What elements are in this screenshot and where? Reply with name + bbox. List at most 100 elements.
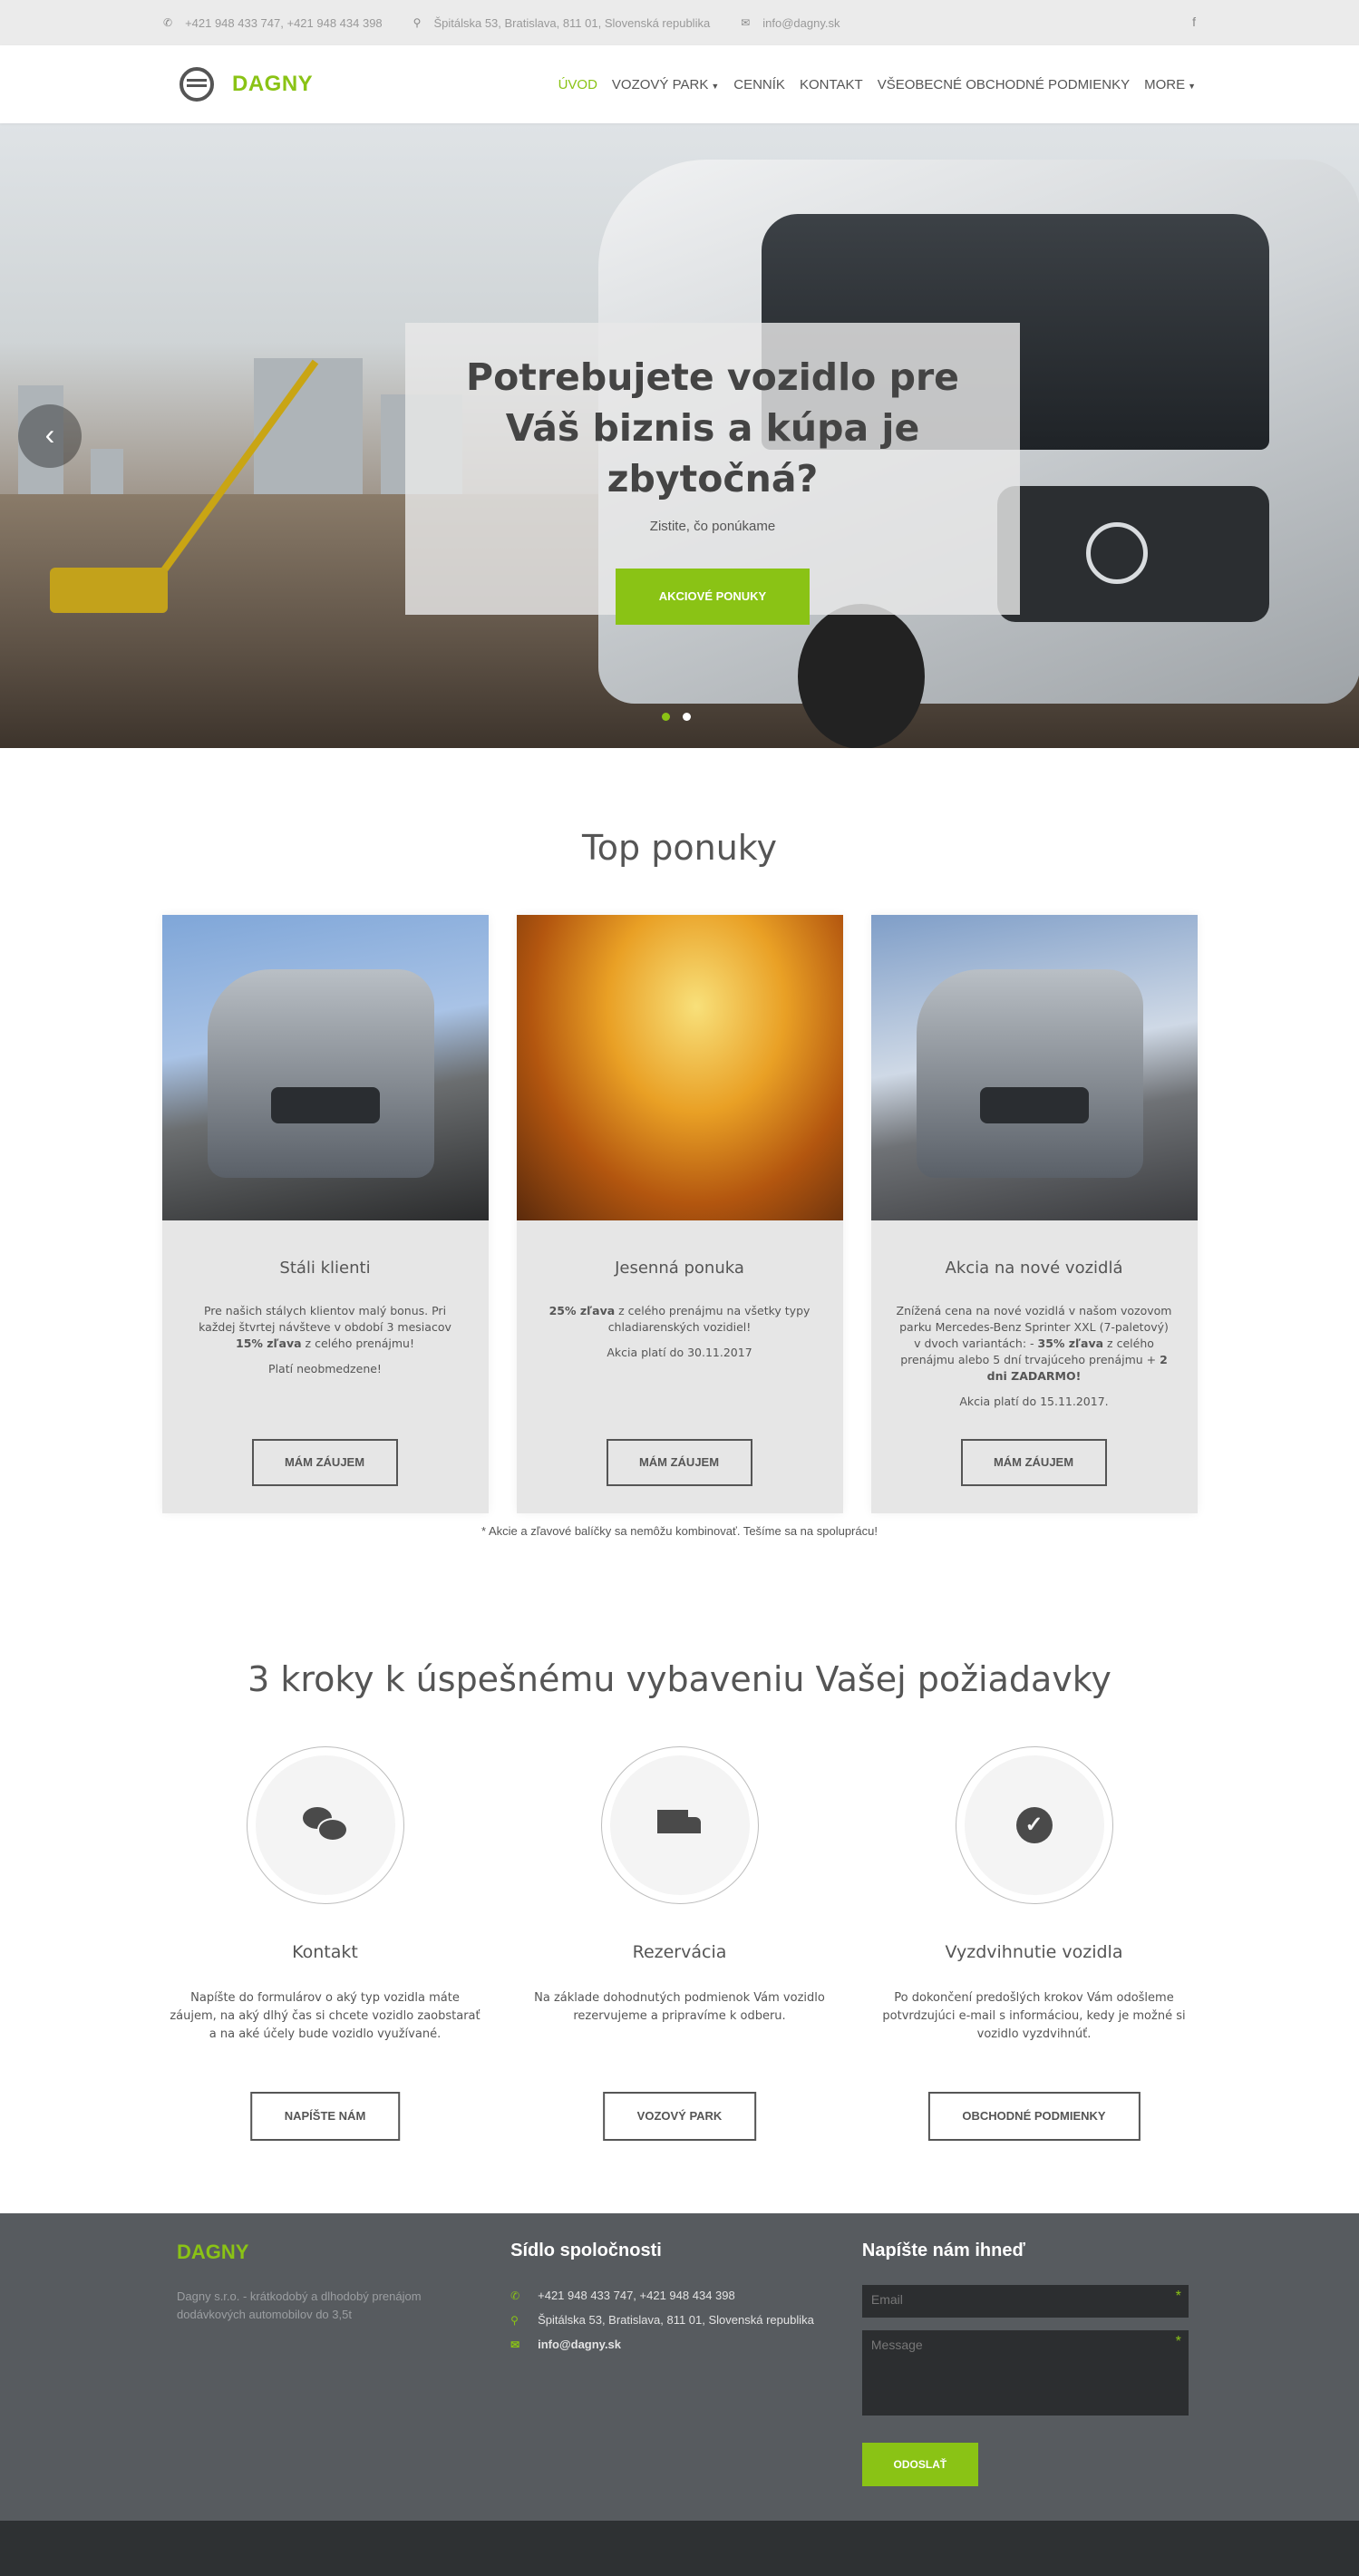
- footer-phone-row: ✆ +421 948 433 747, +421 948 434 398: [510, 2289, 862, 2302]
- message-field-placeholder: Message: [870, 2338, 923, 2352]
- send-button[interactable]: ODOSLAŤ: [861, 2443, 978, 2486]
- required-asterisk: *: [1175, 2334, 1181, 2349]
- offers-title: Top ponuky: [582, 828, 777, 868]
- top-bar: ✆ +421 948 433 747, +421 948 434 398 ⚲ Š…: [0, 0, 1359, 45]
- footer-address: Špitálska 53, Bratislava, 811 01, Sloven…: [538, 2313, 814, 2327]
- top-offers-section: Top ponuky Stáli klienti Pre našich stál…: [0, 748, 1359, 1538]
- topbar-phone-text: +421 948 433 747, +421 948 434 398: [185, 15, 383, 30]
- card-title: Jesenná ponuka: [615, 1259, 744, 1278]
- interest-button[interactable]: MÁM ZÁUJEM: [960, 1439, 1107, 1486]
- card-text-part: z celého prenájmu na všetky typy chladia…: [607, 1304, 811, 1334]
- step-rezervacia: Rezervácia Na základe dohodnutých podmie…: [517, 1746, 843, 2141]
- logo[interactable]: DAGNY: [180, 67, 313, 102]
- footer-headquarters: Sídlo spoločnosti ✆ +421 948 433 747, +42…: [510, 2241, 862, 2521]
- card-text: 25% zľava z celého prenájmu na všetky ty…: [517, 1303, 843, 1336]
- footer-contact-list: ✆ +421 948 433 747, +421 948 434 398 ⚲ Špi…: [510, 2289, 862, 2351]
- crane-body-shape: [50, 568, 168, 613]
- slider-dot-active[interactable]: [662, 713, 670, 721]
- footer-form-title: Napíšte nám ihneď: [861, 2241, 1025, 2260]
- step-title: Rezervácia: [632, 1942, 727, 1962]
- menu-item-label: VOZOVÝ PARK: [611, 76, 709, 92]
- chat-icon: [302, 1807, 348, 1843]
- menu-item-cennik[interactable]: CENNÍK: [733, 77, 785, 92]
- steps-title: 3 kroky k úspešnému vybaveniu Vašej poži…: [248, 1659, 1111, 1699]
- hero-slider: Potrebujete vozidlo pre Váš biznis a kúp…: [0, 123, 1359, 748]
- facebook-icon[interactable]: f: [1192, 15, 1196, 29]
- menu-item-label: MORE: [1144, 76, 1186, 92]
- step-text: Po dokončení predošlých krokov Vám odošl…: [882, 1991, 1186, 2041]
- truck-icon: [656, 1810, 703, 1841]
- card-text-highlight: 15% zľava: [236, 1337, 302, 1350]
- topbar-phone: ✆ +421 948 433 747, +421 948 434 398: [163, 16, 383, 30]
- required-asterisk: *: [1175, 2289, 1181, 2304]
- menu-item-kontakt[interactable]: KONTAKT: [800, 77, 863, 92]
- van-shape: [916, 969, 1143, 1178]
- phone-icon: ✆: [510, 2289, 520, 2302]
- card-validity: Akcia platí do 30.11.2017: [607, 1346, 752, 1359]
- email-field-placeholder: Email: [870, 2292, 903, 2307]
- fleet-button[interactable]: VOZOVÝ PARK: [602, 2092, 757, 2141]
- slider-dot[interactable]: [683, 713, 691, 721]
- logo-text: DAGNY: [232, 72, 314, 96]
- offer-card-nove-vozidla: Akcia na nové vozidlá Znížená cena na no…: [870, 915, 1198, 1513]
- card-validity: Akcia platí do 15.11.2017.: [959, 1395, 1109, 1408]
- email-field[interactable]: Email *: [861, 2285, 1189, 2318]
- step-kontakt: Kontakt Napíšte do formulárov o aký typ …: [162, 1746, 489, 2141]
- envelope-icon: ✉: [741, 16, 751, 29]
- footer-about: DAGNY Dagny s.r.o. - krátkodobý a dlhodo…: [177, 2241, 510, 2521]
- topbar-email-text[interactable]: info@dagny.sk: [762, 16, 840, 30]
- step-icon-inner: ✓: [964, 1755, 1104, 1895]
- hero-caption: Potrebujete vozidlo pre Váš biznis a kúp…: [405, 323, 1020, 625]
- steps-section: 3 kroky k úspešnému vybaveniu Vašej poži…: [0, 1538, 1359, 2141]
- footer-phone: +421 948 433 747, +421 948 434 398: [538, 2289, 735, 2302]
- topbar-email[interactable]: ✉ info@dagny.sk: [741, 16, 840, 30]
- footer-address-row: ⚲ Špitálska 53, Bratislava, 811 01, Slove…: [510, 2313, 862, 2327]
- card-title: Akcia na nové vozidlá: [945, 1259, 1123, 1278]
- step-title: Vyzdvihnutie vozidla: [945, 1942, 1123, 1962]
- hero-cta-button[interactable]: AKCIOVÉ PONUKY: [616, 569, 810, 625]
- footer-contact-form: Napíšte nám ihneď Email * Message * ODOS…: [861, 2241, 1196, 2521]
- step-icon-inner: [255, 1755, 395, 1895]
- card-text-highlight: 35% zľava: [1037, 1337, 1104, 1350]
- van-photo: [161, 915, 489, 1220]
- menu: ÚVOD VOZOVÝ PARK ▼ CENNÍK KONTAKT VŠEOBEC…: [544, 77, 1196, 92]
- interest-button[interactable]: MÁM ZÁUJEM: [251, 1439, 398, 1486]
- card-validity: Platí neobmedzene!: [268, 1362, 382, 1375]
- slider-dots: [662, 713, 704, 721]
- phone-icon: ✆: [163, 16, 173, 29]
- bottom-bar: [0, 2521, 1359, 2576]
- step-icon-circle: [600, 1746, 759, 1904]
- footer-brand[interactable]: DAGNY: [177, 2241, 510, 2264]
- footer-hq-title: Sídlo spoločnosti: [510, 2241, 662, 2260]
- topbar-address-text: Špitálska 53, Bratislava, 811 01, Sloven…: [433, 15, 711, 30]
- map-marker-icon: ⚲: [413, 16, 422, 29]
- step-icon-inner: [609, 1755, 750, 1895]
- menu-item-uvod[interactable]: ÚVOD: [558, 77, 597, 92]
- step-text: Na základe dohodnutých podmienok Vám voz…: [534, 1991, 825, 2023]
- card-text: Pre našich stálych klientov malý bonus. …: [162, 1303, 489, 1352]
- van-wheel-shape: [798, 604, 925, 748]
- logo-icon: [180, 67, 214, 102]
- message-field[interactable]: Message *: [861, 2330, 1189, 2416]
- step-title: Kontakt: [292, 1942, 358, 1962]
- menu-item-more[interactable]: MORE ▼: [1144, 77, 1196, 92]
- chevron-left-icon[interactable]: ‹: [18, 404, 82, 468]
- menu-item-vozovy-park[interactable]: VOZOVÝ PARK ▼: [612, 77, 719, 92]
- interest-button[interactable]: MÁM ZÁUJEM: [606, 1439, 752, 1486]
- footer-email-row[interactable]: ✉ info@dagny.sk: [510, 2338, 862, 2351]
- terms-button[interactable]: OBCHODNÉ PODMIENKY: [927, 2092, 1141, 2141]
- main-navigation: DAGNY ÚVOD VOZOVÝ PARK ▼ CENNÍK KONTAKT V…: [0, 45, 1359, 123]
- step-icon-circle: [246, 1746, 404, 1904]
- map-marker-icon: ⚲: [510, 2313, 519, 2327]
- caret-down-icon: ▼: [1188, 81, 1196, 91]
- write-us-button[interactable]: NAPÍŠTE NÁM: [249, 2092, 401, 2141]
- mercedes-star-icon: [1086, 522, 1148, 584]
- menu-item-obchodne-podmienky[interactable]: VŠEOBECNÉ OBCHODNÉ PODMIENKY: [878, 77, 1130, 92]
- card-text: Znížená cena na nové vozidlá v našom voz…: [871, 1303, 1198, 1385]
- card-text-highlight: 25% zľava: [548, 1304, 616, 1317]
- hero-subtitle: Zistite, čo ponúkame: [649, 519, 776, 534]
- offer-card-stali-klienti: Stáli klienti Pre našich stálych kliento…: [161, 915, 489, 1513]
- step-icon-circle: ✓: [955, 1746, 1113, 1904]
- offer-cards: Stáli klienti Pre našich stálych kliento…: [161, 915, 1198, 1513]
- footer-email[interactable]: info@dagny.sk: [538, 2338, 621, 2351]
